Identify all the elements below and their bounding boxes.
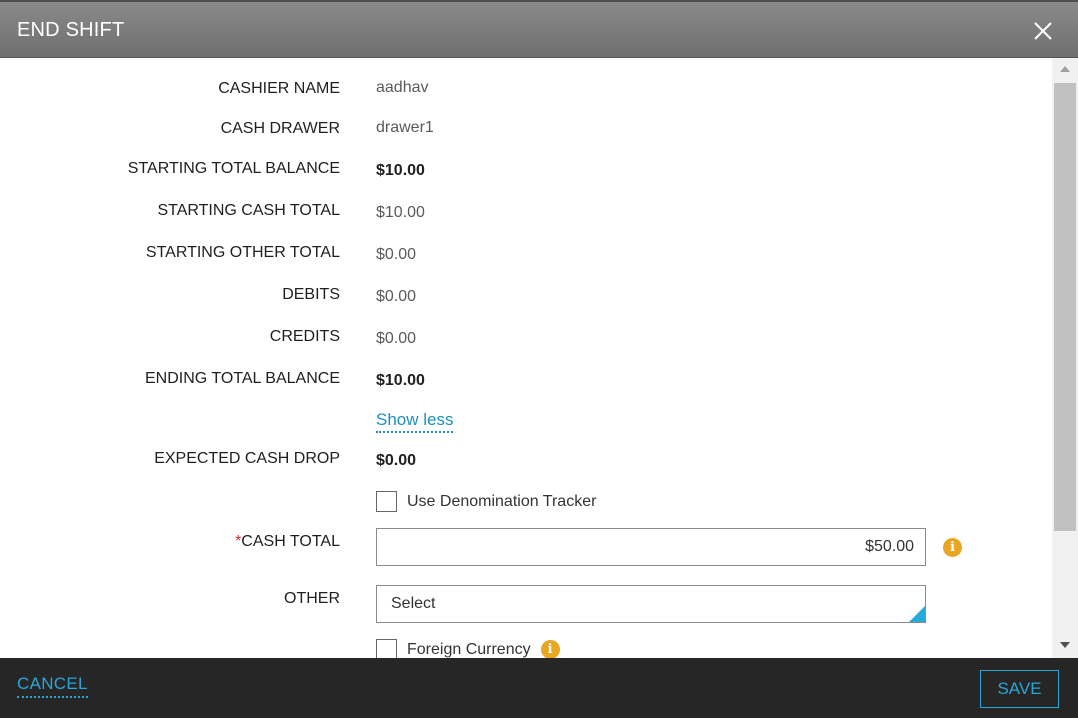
starting-total-balance-label: STARTING TOTAL BALANCE [127, 160, 340, 177]
dialog-footer: CANCEL SAVE [0, 658, 1078, 718]
cash-total-label-text: CASH TOTAL [241, 533, 340, 550]
cash-total-label: *CASH TOTAL [235, 533, 340, 551]
scroll-up-arrow-icon[interactable] [1060, 66, 1070, 72]
foreign-currency-info-icon[interactable]: i [540, 640, 560, 658]
debits-label: DEBITS [282, 286, 340, 303]
starting-total-balance-value: $10.00 [376, 162, 425, 179]
close-button[interactable] [1032, 20, 1054, 42]
expected-cash-drop-value: $0.00 [376, 452, 417, 469]
foreign-currency-option[interactable]: Foreign Currency i [376, 639, 560, 658]
cash-total-input[interactable]: $50.00 [376, 528, 926, 566]
ending-total-balance-label: ENDING TOTAL BALANCE [144, 370, 340, 387]
cash-total-input-value: $50.00 [865, 538, 914, 555]
other-select[interactable]: Select [376, 585, 926, 623]
scroll-down-arrow-icon[interactable] [1060, 642, 1070, 648]
starting-other-total-label: STARTING OTHER TOTAL [145, 244, 340, 261]
cash-drawer-label: CASH DRAWER [220, 120, 340, 137]
dialog-header: END SHIFT [0, 0, 1078, 58]
end-shift-dialog: END SHIFT CASHIER NAME aadhav CASH DRAWE… [0, 0, 1078, 718]
expected-cash-drop-label: EXPECTED CASH DROP [154, 450, 340, 467]
save-button[interactable]: SAVE [980, 670, 1059, 708]
starting-other-total-value: $0.00 [376, 246, 417, 263]
content-scrollbar[interactable] [1052, 58, 1078, 658]
cashier-name-label: CASHIER NAME [218, 80, 340, 97]
foreign-currency-label: Foreign Currency [407, 640, 531, 658]
cashier-name-value: aadhav [376, 79, 429, 96]
dialog-title: END SHIFT [17, 19, 125, 41]
scroll-thumb[interactable] [1054, 83, 1076, 531]
debits-value: $0.00 [376, 288, 417, 305]
close-icon [1034, 22, 1052, 40]
ending-total-balance-value: $10.00 [376, 372, 425, 389]
cancel-button[interactable]: CANCEL [17, 674, 88, 698]
denomination-tracker-label: Use Denomination Tracker [407, 492, 597, 510]
cash-total-info-icon[interactable]: i [943, 538, 962, 557]
dialog-content: CASHIER NAME aadhav CASH DRAWER drawer1 … [0, 58, 1052, 658]
other-select-value: Select [391, 595, 436, 612]
show-less-link[interactable]: Show less [376, 410, 454, 433]
other-label: OTHER [284, 590, 340, 607]
credits-label: CREDITS [269, 328, 340, 345]
denomination-tracker-option[interactable]: Use Denomination Tracker [376, 491, 596, 512]
credits-value: $0.00 [376, 330, 417, 347]
starting-cash-total-value: $10.00 [376, 204, 425, 221]
dropdown-corner-icon [909, 606, 925, 622]
denomination-tracker-checkbox[interactable] [376, 491, 397, 512]
starting-cash-total-label: STARTING CASH TOTAL [157, 202, 340, 219]
cash-drawer-value: drawer1 [376, 119, 434, 136]
foreign-currency-checkbox[interactable] [376, 639, 397, 658]
